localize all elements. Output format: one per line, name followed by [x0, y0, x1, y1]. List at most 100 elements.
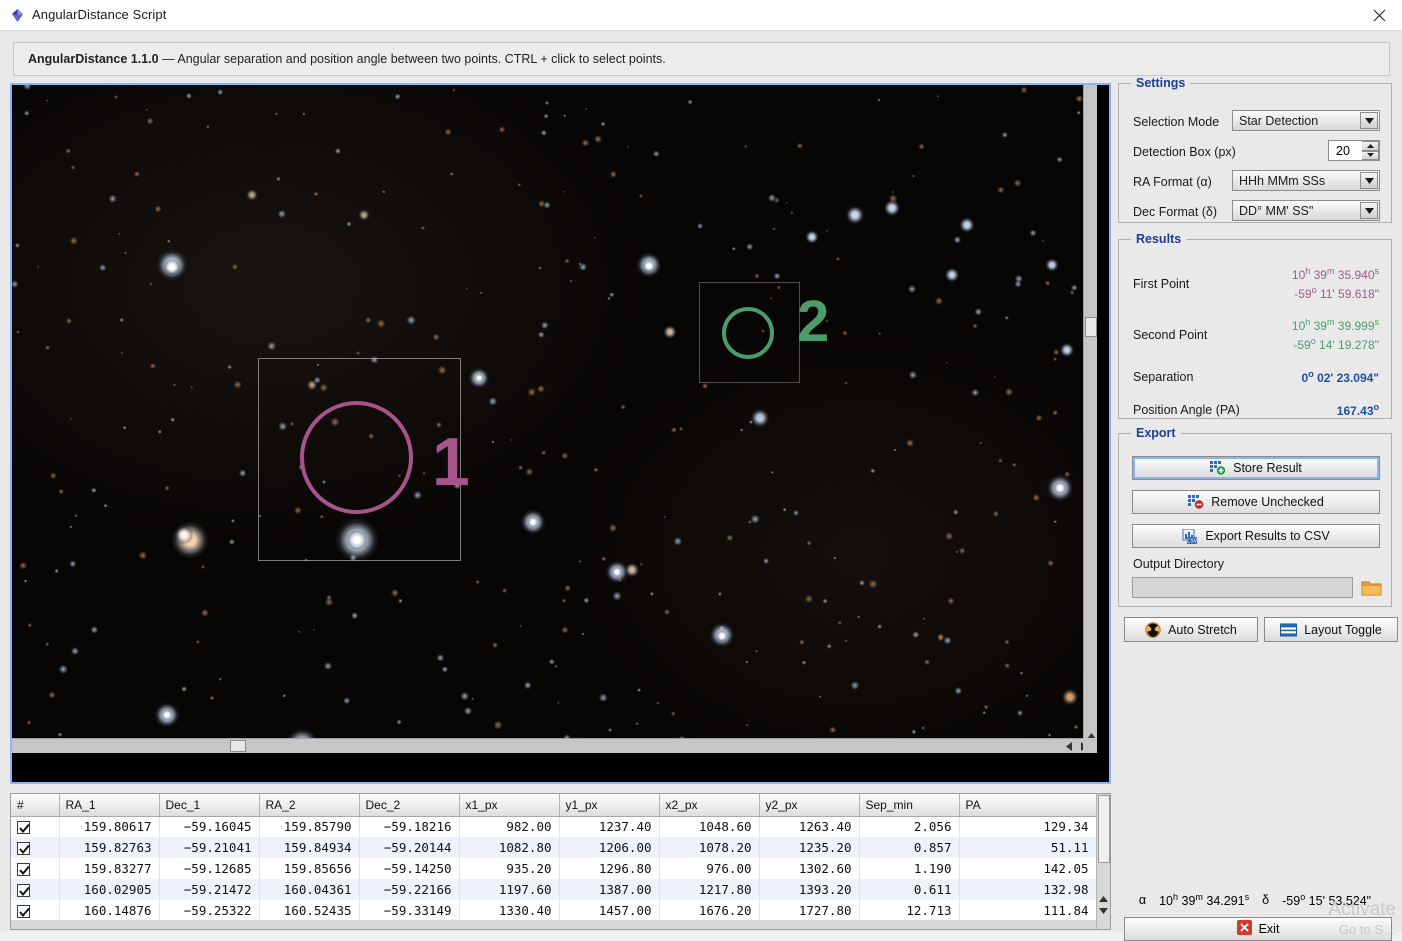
dec-format-label: Dec Format (δ) [1133, 205, 1218, 219]
row-checkbox-cell[interactable] [11, 879, 60, 900]
row-checkbox[interactable] [17, 842, 30, 855]
table-horizontal-scrollbar[interactable] [11, 920, 1096, 929]
table-row[interactable]: 160.02905 −59.21472 160.04361 −59.22166 1197… [11, 879, 1097, 900]
store-result-button[interactable]: Store Result [1132, 456, 1380, 480]
table-row[interactable]: 159.82763 −59.21041 159.84934 −59.20144 1082… [11, 837, 1097, 858]
table-column-header[interactable]: y1_px [559, 794, 660, 817]
row-checkbox[interactable] [17, 821, 30, 835]
viewer-horizontal-scroll-thumb[interactable] [230, 740, 246, 752]
auto-stretch-icon [1145, 621, 1161, 638]
star [23, 85, 32, 90]
table-column-header[interactable]: y2_px [759, 794, 860, 817]
exit-button[interactable]: Exit [1124, 917, 1392, 941]
star [120, 351, 124, 354]
table-cell: 12.713 [859, 900, 960, 921]
star [663, 516, 666, 519]
remove-unchecked-button[interactable]: Remove Unchecked [1132, 490, 1380, 514]
star [1062, 689, 1078, 705]
table-column-header[interactable]: Dec_2 [359, 794, 460, 817]
star [1071, 284, 1078, 291]
star [687, 99, 693, 105]
folder-icon[interactable] [1359, 576, 1383, 598]
viewer-vertical-scroll-thumb[interactable] [1085, 317, 1097, 337]
chevron-down-icon[interactable] [1360, 112, 1378, 129]
star [157, 250, 187, 280]
row-checkbox-cell[interactable] [11, 816, 60, 837]
row-checkbox-cell[interactable] [11, 900, 60, 921]
table-column-header[interactable]: RA_1 [59, 794, 160, 817]
row-checkbox-cell[interactable] [11, 837, 60, 858]
row-checkbox[interactable] [17, 905, 30, 918]
second-point-label: Second Point [1133, 328, 1208, 342]
dec-format-select[interactable]: DD° MM' SS" [1232, 200, 1380, 221]
table-scroll-down-icon[interactable] [1099, 903, 1108, 917]
star [664, 608, 671, 615]
row-checkbox[interactable] [17, 863, 30, 876]
export-group: Export Store Result Remove Unchecked CSV… [1118, 426, 1392, 607]
stepper-buttons[interactable] [1362, 141, 1379, 160]
star [231, 264, 238, 271]
table-column-header[interactable]: Dec_1 [159, 794, 260, 817]
selection-mode-select[interactable]: Star Detection [1232, 110, 1380, 131]
output-directory-field[interactable] [1132, 577, 1353, 598]
star [464, 706, 473, 715]
detection-box-stepper[interactable]: 20 [1328, 140, 1380, 161]
export-csv-button[interactable]: CSV Export Results to CSV [1132, 524, 1380, 548]
separation-label: Separation [1133, 370, 1194, 384]
window-close-icon[interactable] [1356, 0, 1402, 31]
table-column-header[interactable]: x1_px [459, 794, 560, 817]
star [195, 639, 200, 644]
table-vertical-scroll-thumb[interactable] [1098, 795, 1110, 863]
table-vertical-scrollbar[interactable] [1096, 794, 1110, 929]
table-cell: 1048.60 [659, 816, 760, 837]
star [158, 429, 163, 434]
auto-stretch-button[interactable]: Auto Stretch [1124, 617, 1258, 642]
window-titlebar: AngularDistance Script [0, 0, 1402, 31]
star [452, 88, 456, 92]
row-checkbox[interactable] [17, 884, 30, 897]
results-table-container[interactable]: # RA_1 Dec_1 RA_2 Dec_2 x1_px y1_px x2_p… [10, 793, 1111, 930]
stepper-down-icon[interactable] [1362, 150, 1379, 160]
layout-toggle-button[interactable]: Layout Toggle [1264, 617, 1398, 642]
viewer-horizontal-scrollbar[interactable] [12, 738, 1097, 753]
star [744, 145, 748, 149]
first-point-ra: 10h 39m 35.940s [1291, 266, 1379, 282]
table-row[interactable]: 159.83277 −59.12685 159.85656 −59.14250 935.… [11, 858, 1097, 879]
star [636, 688, 641, 693]
table-column-header[interactable]: Sep_min [859, 794, 960, 817]
star [16, 329, 20, 334]
star [561, 451, 569, 460]
table-column-header[interactable]: RA_2 [259, 794, 360, 817]
stepper-up-icon[interactable] [1362, 141, 1379, 151]
star [71, 647, 80, 656]
star [24, 110, 30, 117]
table-column-header[interactable]: # [11, 794, 60, 817]
ra-format-select[interactable]: HHh MMm SSs [1232, 170, 1380, 191]
table-row[interactable]: 159.80617 −59.16045 159.85790 −59.18216 982.… [11, 816, 1097, 837]
second-point-dec: -59o 14' 19.278" [1293, 336, 1379, 352]
chevron-down-icon[interactable] [1360, 172, 1378, 189]
table-header-row: # RA_1 Dec_1 RA_2 Dec_2 x1_px y1_px x2_p… [11, 794, 1097, 817]
table-column-header[interactable]: x2_px [659, 794, 760, 817]
table-cell: −59.22166 [359, 879, 460, 900]
marker-1-circle [300, 401, 413, 514]
table-cell: 160.04361 [259, 879, 360, 900]
image-canvas[interactable]: 1 2 [12, 85, 1097, 753]
table-row[interactable]: 160.14876 −59.25322 160.52435 −59.33149 1330… [11, 900, 1097, 921]
chevron-down-icon[interactable] [1360, 202, 1378, 219]
table-cell: 1387.00 [559, 879, 660, 900]
results-group: Results First Point 10h 39m 35.940s -59o… [1118, 232, 1392, 419]
export-csv-icon: CSV [1182, 528, 1198, 544]
star [858, 580, 866, 587]
star [390, 589, 399, 598]
row-checkbox-cell[interactable] [11, 858, 60, 879]
viewer-vertical-scrollbar[interactable] [1083, 85, 1097, 753]
star [493, 720, 503, 730]
star [755, 649, 758, 653]
star [145, 108, 148, 112]
star [612, 567, 622, 577]
image-viewer[interactable]: 1 2 [10, 83, 1111, 784]
table-column-header[interactable]: PA [959, 794, 1097, 817]
star [581, 632, 585, 636]
scroll-left-icon[interactable] [1063, 739, 1074, 753]
